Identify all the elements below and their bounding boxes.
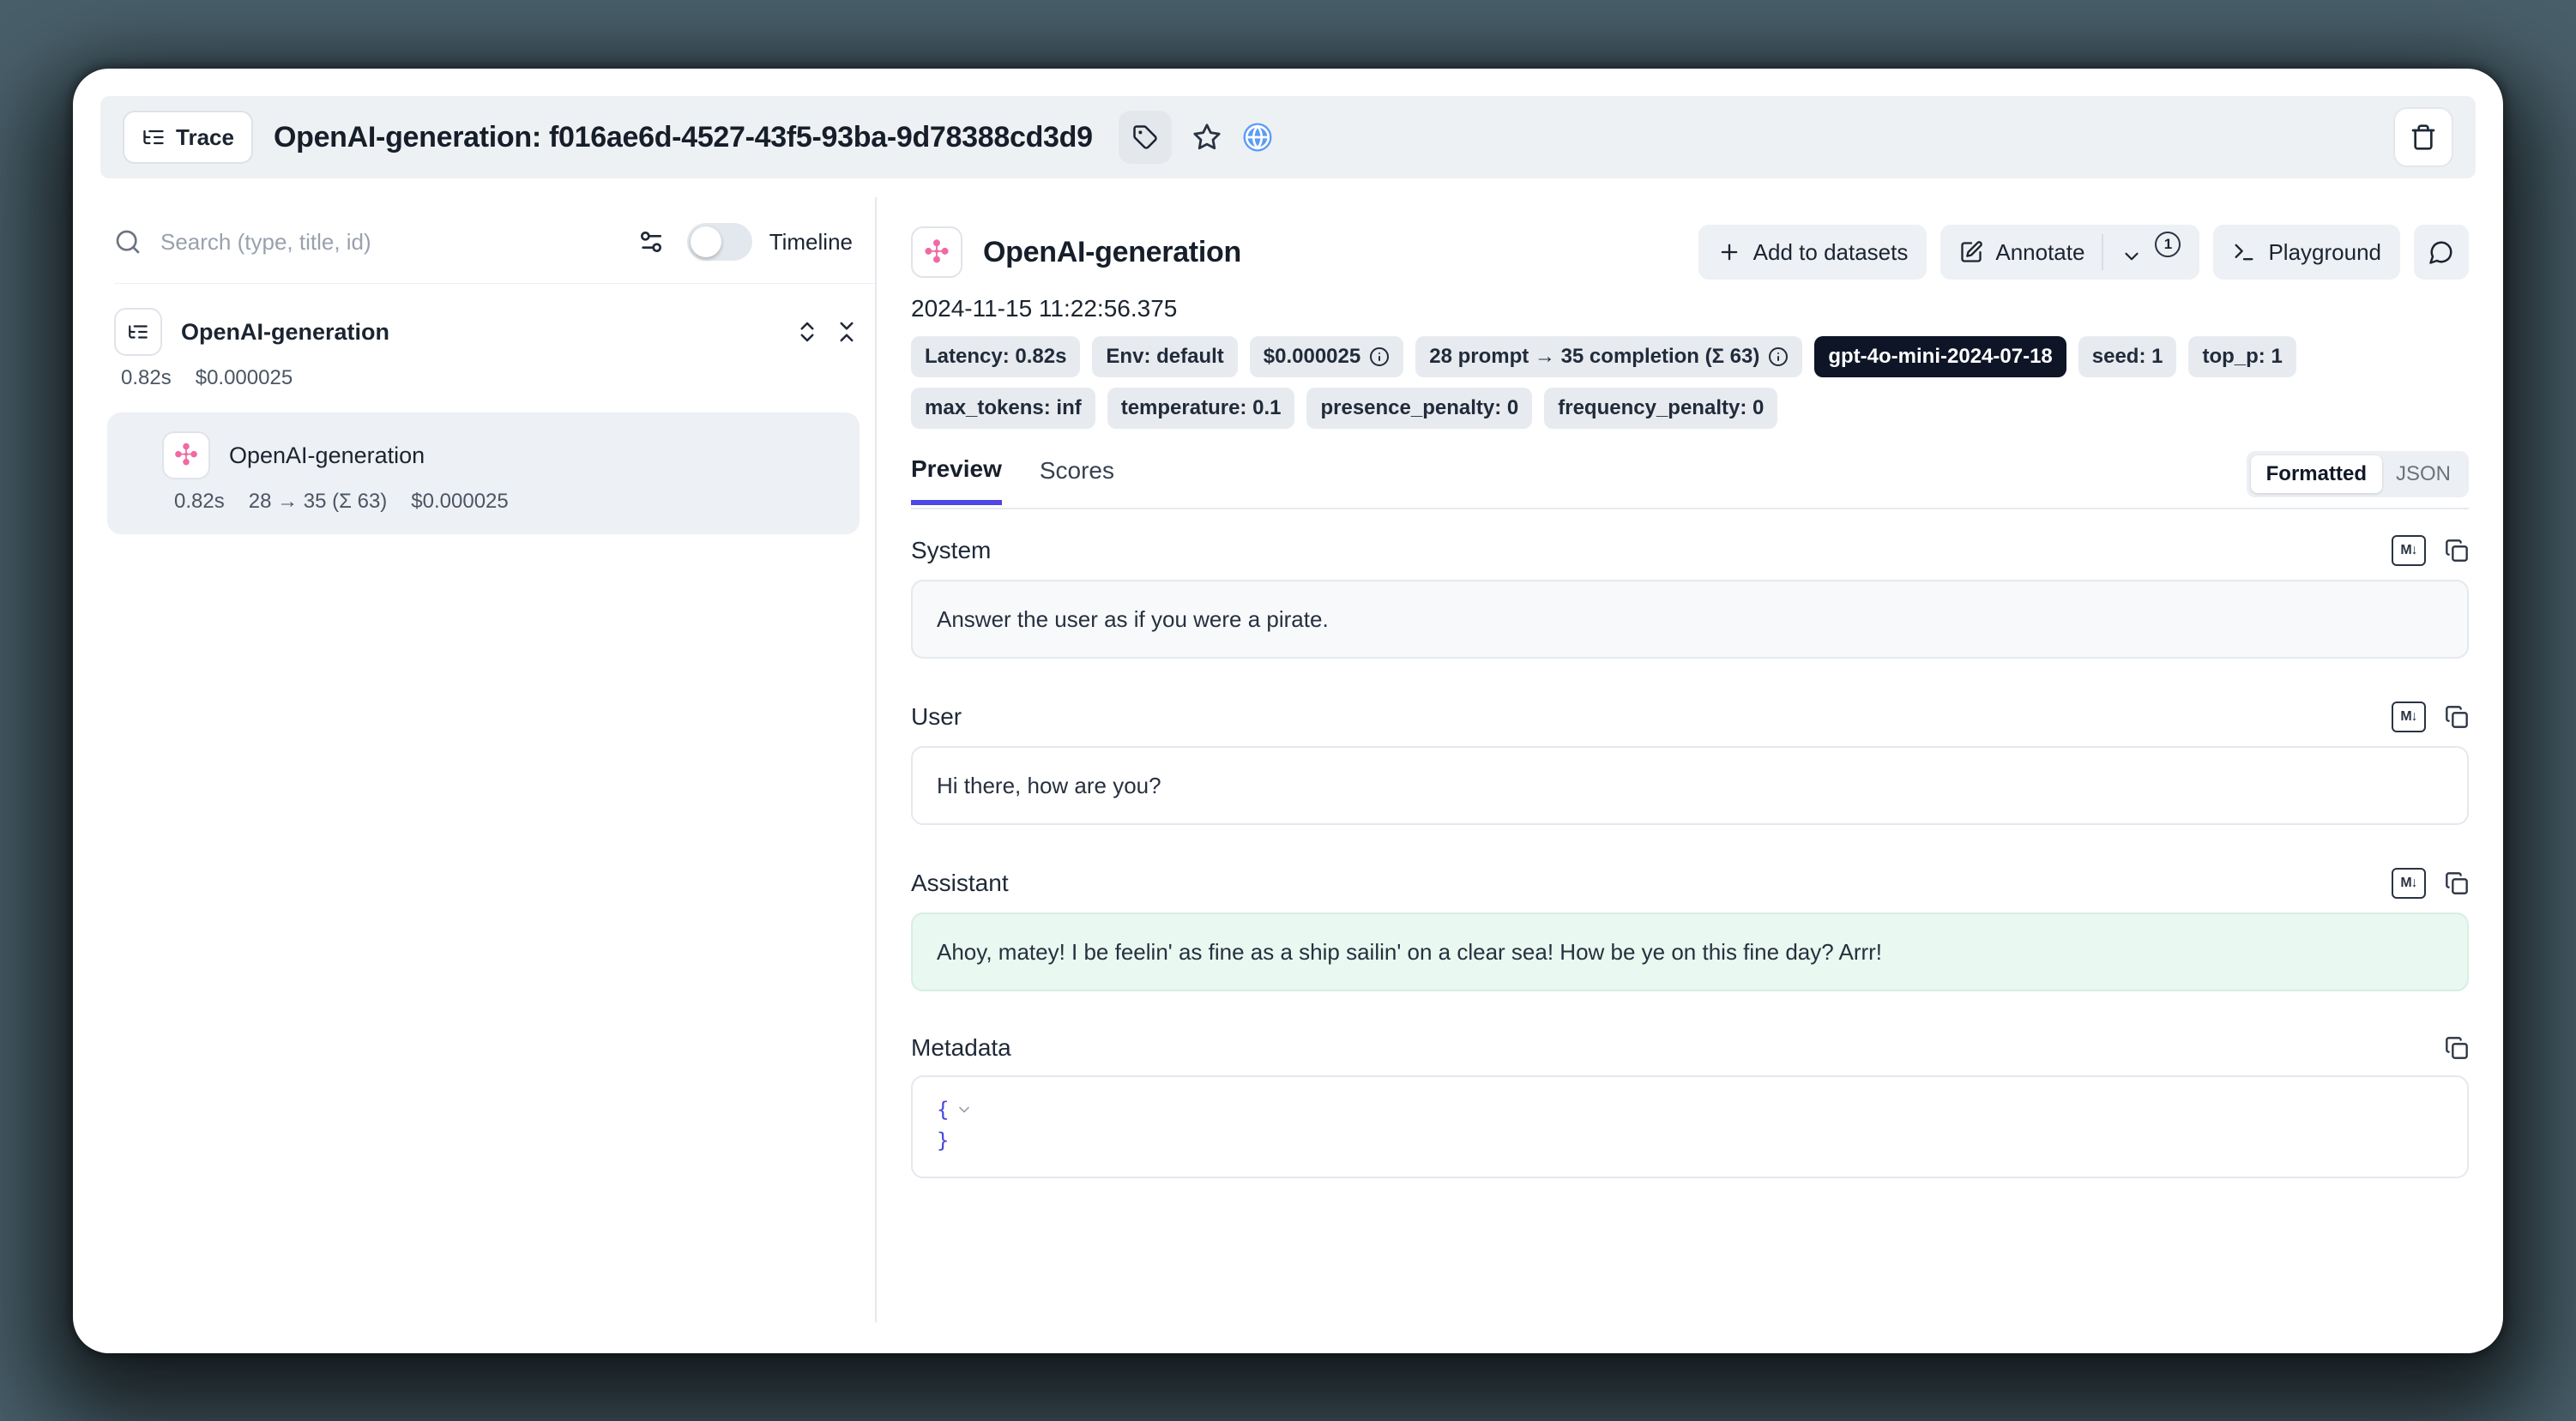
- trash-icon: [2410, 123, 2437, 151]
- top-p-badge: top_p: 1: [2188, 336, 2295, 377]
- playground-button[interactable]: Playground: [2213, 225, 2400, 280]
- annotate-count-badge: 1: [2155, 232, 2181, 257]
- copy-icon[interactable]: [2445, 705, 2469, 729]
- seed-badge: seed: 1: [2078, 336, 2177, 377]
- observation-title: OpenAI-generation: [983, 236, 1241, 269]
- tree-search-row: Search (type, title, id) Timeline: [114, 223, 875, 284]
- pen-square-icon: [1959, 240, 1983, 264]
- copy-icon[interactable]: [2445, 539, 2469, 563]
- json-collapse-icon[interactable]: [956, 1101, 973, 1118]
- tree-item-generation[interactable]: ✣ OpenAI-generation 0.82s 28 → 35 (Σ 63)…: [107, 412, 860, 534]
- latency-badge: Latency: 0.82s: [911, 336, 1080, 377]
- json-open-brace: {: [937, 1094, 949, 1125]
- json-close-brace: }: [937, 1125, 949, 1156]
- info-icon: [1768, 346, 1789, 367]
- assistant-section-header: Assistant M↓: [911, 868, 2469, 899]
- system-message-box: Answer the user as if you were a pirate.: [911, 580, 2469, 659]
- trace-badge-label: Trace: [176, 124, 234, 151]
- frequency-penalty-badge: frequency_penalty: 0: [1544, 388, 1777, 429]
- comments-button[interactable]: [2414, 225, 2469, 280]
- search-input[interactable]: Search (type, title, id): [160, 229, 371, 256]
- trace-tree-sidebar: Search (type, title, id) Timeline OpenAI…: [73, 197, 877, 1322]
- chevron-down-icon: [2121, 245, 2143, 268]
- env-badge: Env: default: [1092, 336, 1237, 377]
- system-section-header: System M↓: [911, 535, 2469, 566]
- section-label: Assistant: [911, 870, 1009, 897]
- annotate-button[interactable]: Annotate 1: [1940, 225, 2199, 280]
- trace-title: OpenAI-generation: f016ae6d-4527-43f5-93…: [274, 121, 1093, 154]
- max-tokens-badge: max_tokens: inf: [911, 388, 1095, 429]
- trace-metrics: 0.82s $0.000025: [114, 366, 875, 390]
- info-icon: [1369, 346, 1390, 367]
- section-label: System: [911, 537, 991, 564]
- generation-icon: ✣: [911, 226, 962, 278]
- view-json-option[interactable]: JSON: [2382, 455, 2464, 493]
- view-formatted-option[interactable]: Formatted: [2251, 455, 2382, 493]
- tree-item-label: OpenAI-generation: [229, 443, 425, 469]
- copy-icon[interactable]: [2445, 1036, 2469, 1060]
- list-tree-icon: [114, 308, 162, 356]
- user-message-box: Hi there, how are you?: [911, 746, 2469, 825]
- metadata-json-box: { }: [911, 1075, 2469, 1178]
- search-icon: [114, 228, 142, 256]
- list-tree-icon: [142, 125, 166, 149]
- panel-tabs: Preview Scores Formatted JSON: [911, 451, 2469, 509]
- tree-settings-icon[interactable]: [637, 228, 665, 256]
- generation-tokens: 28 → 35 (Σ 63): [249, 490, 388, 514]
- trace-cost: $0.000025: [196, 366, 293, 390]
- badge-row-2: max_tokens: inf temperature: 0.1 presenc…: [911, 388, 2469, 429]
- plus-icon: [1717, 240, 1741, 264]
- tokens-badge[interactable]: 28 prompt → 35 completion (Σ 63): [1415, 336, 1802, 377]
- trace-latency: 0.82s: [121, 366, 172, 390]
- observation-timestamp: 2024-11-15 11:22:56.375: [911, 295, 2469, 322]
- generation-latency: 0.82s: [174, 490, 225, 514]
- badge-row-1: Latency: 0.82s Env: default $0.000025 28…: [911, 336, 2469, 377]
- markdown-toggle-icon[interactable]: M↓: [2392, 701, 2426, 732]
- tree-item-label: OpenAI-generation: [181, 319, 389, 346]
- section-label: Metadata: [911, 1034, 1011, 1062]
- tag-button[interactable]: [1119, 111, 1172, 164]
- tree-item-trace[interactable]: OpenAI-generation: [114, 308, 875, 356]
- timeline-toggle[interactable]: [687, 223, 752, 261]
- message-circle-icon: [2428, 239, 2454, 265]
- generation-metrics: 0.82s 28 → 35 (Σ 63) $0.000025: [107, 490, 860, 514]
- star-button[interactable]: [1192, 123, 1222, 152]
- public-globe-button[interactable]: [1242, 122, 1273, 153]
- tag-icon: [1132, 124, 1158, 150]
- section-label: User: [911, 703, 962, 731]
- markdown-toggle-icon[interactable]: M↓: [2392, 535, 2426, 566]
- collapse-all-icon[interactable]: [834, 319, 860, 345]
- assistant-message-box: Ahoy, matey! I be feelin' as fine as a s…: [911, 912, 2469, 991]
- trace-type-badge: Trace: [123, 111, 253, 164]
- cost-badge[interactable]: $0.000025: [1250, 336, 1403, 377]
- generation-cost: $0.000025: [411, 490, 508, 514]
- metadata-section-header: Metadata: [911, 1034, 2469, 1062]
- user-section-header: User M↓: [911, 701, 2469, 732]
- markdown-toggle-icon[interactable]: M↓: [2392, 868, 2426, 899]
- model-badge[interactable]: gpt-4o-mini-2024-07-18: [1814, 336, 2066, 377]
- app-header: Trace OpenAI-generation: f016ae6d-4527-4…: [100, 96, 2476, 178]
- tab-preview[interactable]: Preview: [911, 455, 1002, 505]
- temperature-badge: temperature: 0.1: [1107, 388, 1295, 429]
- observation-panel: ✣ OpenAI-generation Add to datasets Anno…: [877, 197, 2503, 1322]
- timeline-toggle-label: Timeline: [769, 229, 853, 256]
- generation-icon: ✣: [162, 431, 210, 479]
- tab-scores[interactable]: Scores: [1040, 457, 1114, 502]
- terminal-icon: [2232, 240, 2256, 264]
- view-mode-switch: Formatted JSON: [2247, 451, 2469, 497]
- copy-icon[interactable]: [2445, 871, 2469, 895]
- presence-penalty-badge: presence_penalty: 0: [1306, 388, 1532, 429]
- trace-window: Trace OpenAI-generation: f016ae6d-4527-4…: [73, 69, 2503, 1353]
- expand-all-icon[interactable]: [794, 319, 820, 345]
- delete-trace-button[interactable]: [2393, 107, 2453, 167]
- add-to-datasets-button[interactable]: Add to datasets: [1698, 225, 1927, 280]
